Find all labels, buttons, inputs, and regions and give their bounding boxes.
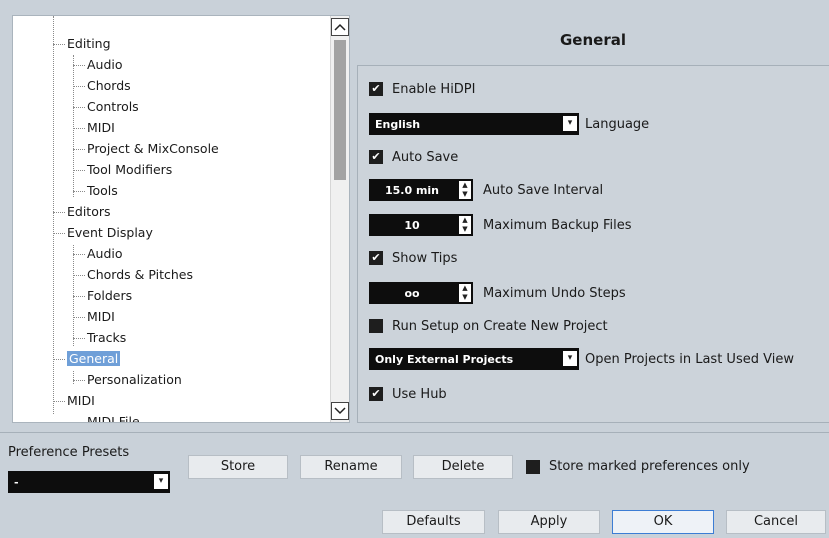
- tree-item-folders[interactable]: Folders: [73, 286, 132, 306]
- general-settings-box: ✔ Enable HiDPI English ▾ Language ✔ Auto…: [357, 65, 829, 423]
- tree-item-project-mixconsole[interactable]: Project & MixConsole: [73, 139, 219, 159]
- open-projects-row: Only External Projects ▾ Open Projects i…: [369, 348, 794, 370]
- auto-save-interval-row: 15.0 min ▲ ▼ Auto Save Interval: [369, 179, 603, 201]
- language-dropdown[interactable]: English ▾: [369, 113, 579, 135]
- scroll-up-button[interactable]: [331, 18, 349, 36]
- run-setup-checkbox[interactable]: [369, 319, 383, 333]
- auto-save-interval-label: Auto Save Interval: [483, 182, 604, 198]
- max-backup-stepper[interactable]: 10 ▲ ▼: [369, 214, 473, 236]
- chevron-down-icon: ▾: [563, 351, 577, 366]
- tree-item-editing[interactable]: Editing: [53, 34, 111, 54]
- scroll-thumb[interactable]: [334, 40, 346, 180]
- tree-item-editing-chords[interactable]: Chords: [73, 76, 131, 96]
- preferences-tree: Editing Audio Chords Controls MIDI Proje…: [13, 16, 331, 422]
- tree-item-editing-midi[interactable]: MIDI: [73, 118, 115, 138]
- run-setup-row[interactable]: Run Setup on Create New Project: [369, 315, 608, 337]
- enable-hidpi-label: Enable HiDPI: [392, 81, 476, 97]
- cancel-button[interactable]: Cancel: [726, 510, 826, 534]
- max-backup-value: 10: [404, 218, 420, 232]
- scroll-down-button[interactable]: [331, 402, 349, 420]
- max-backup-row: 10 ▲ ▼ Maximum Backup Files: [369, 214, 632, 236]
- delete-button[interactable]: Delete: [413, 455, 513, 479]
- enable-hidpi-checkbox[interactable]: ✔: [369, 82, 383, 96]
- rename-button[interactable]: Rename: [300, 455, 402, 479]
- tree-item-midi-file[interactable]: MIDI File: [73, 412, 140, 422]
- tree-item-editors[interactable]: Editors: [53, 202, 111, 222]
- tree-item-tool-modifiers[interactable]: Tool Modifiers: [73, 160, 172, 180]
- chevron-down-icon: ▾: [563, 116, 577, 131]
- preferences-tree-panel: Editing Audio Chords Controls MIDI Proje…: [12, 15, 350, 423]
- tree-item-tools[interactable]: Tools: [73, 181, 118, 201]
- max-backup-label: Maximum Backup Files: [483, 217, 632, 233]
- spin-arrows-icon[interactable]: ▲ ▼: [459, 181, 471, 199]
- store-button[interactable]: Store: [188, 455, 288, 479]
- max-undo-stepper[interactable]: oo ▲ ▼: [369, 282, 473, 304]
- max-undo-row: oo ▲ ▼ Maximum Undo Steps: [369, 282, 626, 304]
- tree-item-event-midi[interactable]: MIDI: [73, 307, 115, 327]
- use-hub-label: Use Hub: [392, 386, 447, 402]
- chevron-up-icon: [334, 23, 346, 31]
- store-marked-checkbox[interactable]: [526, 459, 540, 474]
- bottom-area: Preference Presets - ▾ Store Rename Dele…: [0, 432, 829, 538]
- chevron-down-icon: [334, 407, 346, 415]
- language-row: English ▾ Language: [369, 113, 649, 135]
- preference-presets-dropdown[interactable]: - ▾: [8, 471, 170, 493]
- tree-item-event-audio[interactable]: Audio: [73, 244, 123, 264]
- auto-save-interval-stepper[interactable]: 15.0 min ▲ ▼: [369, 179, 473, 201]
- open-projects-label: Open Projects in Last Used View: [585, 351, 794, 367]
- max-undo-label: Maximum Undo Steps: [483, 285, 626, 301]
- language-value: English: [375, 117, 421, 131]
- spin-arrows-icon[interactable]: ▲ ▼: [459, 284, 471, 302]
- auto-save-row[interactable]: ✔ Auto Save: [369, 146, 458, 168]
- tree-scrollbar[interactable]: [330, 16, 349, 422]
- preference-presets-label: Preference Presets: [8, 445, 130, 460]
- open-projects-dropdown[interactable]: Only External Projects ▾: [369, 348, 579, 370]
- tree-item-general[interactable]: General: [53, 349, 121, 369]
- chevron-down-icon: ▾: [154, 474, 168, 489]
- auto-save-checkbox[interactable]: ✔: [369, 150, 383, 164]
- use-hub-row[interactable]: ✔ Use Hub: [369, 383, 447, 405]
- show-tips-label: Show Tips: [392, 250, 458, 266]
- show-tips-checkbox[interactable]: ✔: [369, 251, 383, 265]
- section-title: General: [560, 31, 626, 49]
- apply-button[interactable]: Apply: [498, 510, 600, 534]
- max-undo-value: oo: [404, 286, 420, 300]
- tree-item-editing-audio[interactable]: Audio: [73, 55, 123, 75]
- defaults-button[interactable]: Defaults: [382, 510, 485, 534]
- tree-item-editing-controls[interactable]: Controls: [73, 97, 139, 117]
- show-tips-row[interactable]: ✔ Show Tips: [369, 247, 457, 269]
- enable-hidpi-row[interactable]: ✔ Enable HiDPI: [369, 78, 475, 100]
- language-label: Language: [585, 116, 650, 132]
- tree-item-chords-pitches[interactable]: Chords & Pitches: [73, 265, 193, 285]
- run-setup-label: Run Setup on Create New Project: [392, 318, 608, 334]
- store-marked-row[interactable]: Store marked preferences only: [526, 459, 750, 474]
- store-marked-label: Store marked preferences only: [549, 459, 750, 474]
- tree-item-midi[interactable]: MIDI: [53, 391, 95, 411]
- auto-save-interval-value: 15.0 min: [384, 183, 440, 197]
- ok-button[interactable]: OK: [612, 510, 714, 534]
- spin-arrows-icon[interactable]: ▲ ▼: [459, 216, 471, 234]
- auto-save-label: Auto Save: [392, 149, 459, 165]
- tree-item-event-display[interactable]: Event Display: [53, 223, 153, 243]
- settings-panel: General ✔ Enable HiDPI English ▾ Languag…: [357, 15, 829, 423]
- preference-presets-value: -: [14, 475, 19, 489]
- tree-item-tracks[interactable]: Tracks: [73, 328, 126, 348]
- open-projects-value: Only External Projects: [375, 352, 514, 366]
- tree-item-personalization[interactable]: Personalization: [73, 370, 182, 390]
- use-hub-checkbox[interactable]: ✔: [369, 387, 383, 401]
